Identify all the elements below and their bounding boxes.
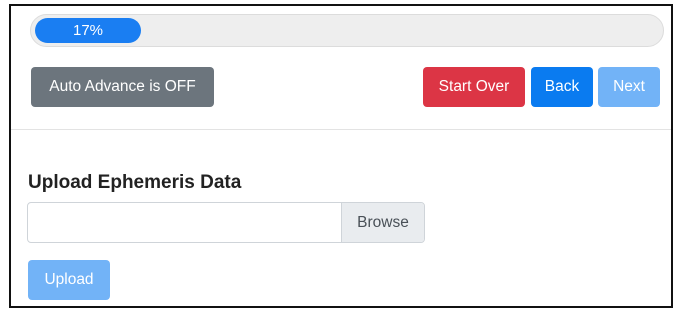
app-panel: 17% Auto Advance is OFF Start Over Back … xyxy=(9,4,673,308)
auto-advance-toggle-button[interactable]: Auto Advance is OFF xyxy=(31,67,214,107)
upload-section-title: Upload Ephemeris Data xyxy=(28,172,242,193)
progress-label: 17% xyxy=(72,22,104,39)
file-input[interactable]: Browse xyxy=(27,202,425,243)
browse-button[interactable]: Browse xyxy=(341,203,424,242)
progress-fill: 17% xyxy=(35,18,141,43)
upload-button[interactable]: Upload xyxy=(28,260,110,300)
next-button[interactable]: Next xyxy=(598,67,660,107)
progress-bar: 17% xyxy=(30,14,664,47)
start-over-button[interactable]: Start Over xyxy=(423,67,525,107)
back-button[interactable]: Back xyxy=(531,67,593,107)
section-divider xyxy=(11,129,671,130)
